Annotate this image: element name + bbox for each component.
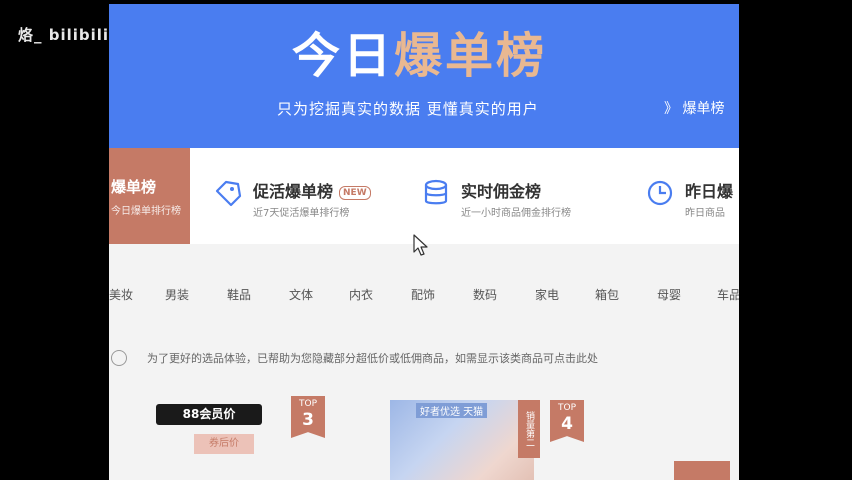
top-4-badge: TOP 4 [550, 400, 584, 442]
database-icon [424, 179, 448, 205]
category-item[interactable]: 鞋品 [227, 286, 251, 303]
new-badge: NEW [339, 185, 371, 200]
mouse-cursor-icon [413, 234, 428, 256]
board-tabs: 爆单榜 今日爆单排行榜 促活爆单榜 NEW 近7天促活爆单排行榜 实时佣金榜 近一… [109, 148, 739, 244]
hero-title-prefix: 今日 [292, 28, 395, 84]
tab-desc: 近一小时商品佣金排行榜 [461, 208, 571, 219]
tab-label: 爆单榜 [111, 178, 157, 196]
top-badge-label: TOP [557, 403, 576, 413]
tab-label: 昨日爆 [685, 182, 734, 201]
notice-bar: 为了更好的选品体验，已帮助为您隐藏部分超低价或低佣商品，如需显示该类商品可点击此… [109, 349, 739, 369]
tab-bao-dan-bang[interactable]: 爆单榜 今日爆单排行榜 [109, 148, 190, 244]
tab-desc: 近7天促活爆单排行榜 [253, 208, 350, 219]
hero-banner: 今日爆单榜 只为挖掘真实的数据 更懂真实的用户 》 爆单榜 [109, 4, 739, 148]
product-image[interactable]: 好者优选 天猫 销量第二 [390, 400, 540, 480]
tag-icon [215, 180, 242, 207]
tab-desc: 今日爆单排行榜 [111, 206, 181, 217]
category-item[interactable]: 文体 [289, 286, 313, 303]
category-item[interactable]: 配饰 [411, 286, 435, 303]
category-item[interactable]: 男装 [165, 286, 189, 303]
top-badge-rank: 4 [561, 414, 573, 434]
tab-label: 促活爆单榜 [253, 182, 334, 201]
product-image-caption: 好者优选 天猫 [416, 403, 488, 418]
top-3-badge: TOP 3 [291, 396, 325, 438]
category-item[interactable]: 数码 [473, 286, 497, 303]
category-item[interactable]: 母婴 [657, 286, 681, 303]
notice-text[interactable]: 为了更好的选品体验，已帮助为您隐藏部分超低价或低佣商品，如需显示该类商品可点击此… [147, 350, 598, 366]
tab-label: 实时佣金榜 [461, 182, 542, 201]
category-item[interactable]: 内衣 [349, 286, 373, 303]
product-card-corner [674, 461, 730, 480]
clock-icon [647, 180, 673, 206]
category-item[interactable]: 家电 [535, 286, 559, 303]
category-item[interactable]: 美妆 [109, 286, 133, 303]
price-label: 券后价 [194, 434, 254, 454]
info-icon [111, 350, 127, 366]
bilibili-watermark: 烙_ bilibili [18, 26, 110, 44]
category-item[interactable]: 箱包 [595, 286, 619, 303]
product-rank-tag: 销量第二 [518, 400, 540, 458]
hero-title-highlight: 爆单榜 [394, 28, 548, 84]
hero-title: 今日爆单榜 [292, 16, 547, 86]
category-bar: 美妆 男装 鞋品 文体 内衣 配饰 数码 家电 箱包 母婴 车品 [109, 286, 739, 308]
top-badge-label: TOP [298, 399, 317, 409]
category-item[interactable]: 车品 [717, 286, 739, 303]
web-page: 今日爆单榜 只为挖掘真实的数据 更懂真实的用户 》 爆单榜 爆单榜 今日爆单排行… [109, 4, 739, 480]
top-badge-rank: 3 [302, 410, 314, 430]
member-price-tag: 88会员价 [156, 404, 262, 425]
hero-subtitle: 只为挖掘真实的数据 更懂真实的用户 [277, 100, 539, 118]
hero-side-link[interactable]: 》 爆单榜 [664, 98, 724, 118]
tab-desc: 昨日商品 [685, 208, 725, 219]
